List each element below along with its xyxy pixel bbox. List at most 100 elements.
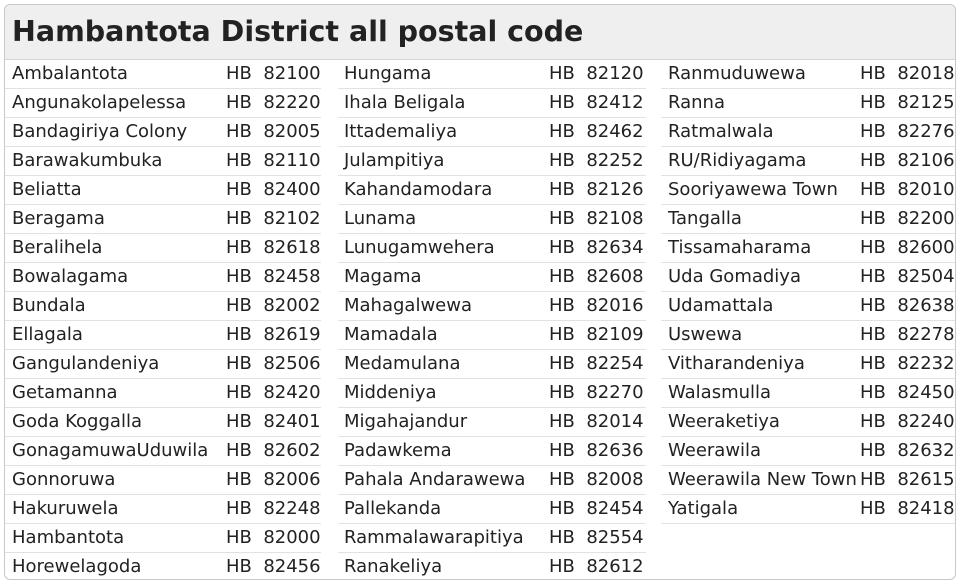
place-name: Magama <box>344 266 422 287</box>
postal-code: HB 82125 <box>860 92 955 113</box>
table-row: Hakuruwela HB 82248 <box>5 495 321 524</box>
postal-code: HB 82109 <box>549 324 644 345</box>
table-row: Magama HB 82608 <box>338 263 646 292</box>
place-name: GonagamuwaUduwila <box>12 440 209 461</box>
place-name: Hakuruwela <box>12 498 119 519</box>
table-row: Angunakolapelessa HB 82220 <box>5 89 321 118</box>
place-name: Mamadala <box>344 324 438 345</box>
table-row: Lunama HB 82108 <box>338 205 646 234</box>
place-name: Middeniya <box>344 382 437 403</box>
postal-code: HB 82126 <box>549 179 644 200</box>
place-name: Vitharandeniya <box>668 353 805 374</box>
place-name: Gonnoruwa <box>12 469 116 490</box>
place-name: Hungama <box>344 63 432 84</box>
postal-code: HB 82638 <box>860 295 955 316</box>
postal-code: HB 82254 <box>549 353 644 374</box>
table-row: Tissamaharama HB 82600 <box>661 234 955 263</box>
postal-code: HB 82016 <box>549 295 644 316</box>
table-row: Ranna HB 82125 <box>661 89 955 118</box>
postal-code: HB 82458 <box>226 266 321 287</box>
table-row: Kahandamodara HB 82126 <box>338 176 646 205</box>
table-row: Padawkema HB 82636 <box>338 437 646 466</box>
place-name: Weeraketiya <box>668 411 780 432</box>
postal-code: HB 82276 <box>860 121 955 142</box>
postal-code: HB 82102 <box>226 208 321 229</box>
table-row: Hambantota HB 82000 <box>5 524 321 553</box>
place-name: Hambantota <box>12 527 125 548</box>
table-row: Beragama HB 82102 <box>5 205 321 234</box>
postal-code: HB 82232 <box>860 353 955 374</box>
table-row: Bundala HB 82002 <box>5 292 321 321</box>
table-row: Mamadala HB 82109 <box>338 321 646 350</box>
table-row: Bowalagama HB 82458 <box>5 263 321 292</box>
place-name: Pahala Andarawewa <box>344 469 526 490</box>
postal-code: HB 82120 <box>549 63 644 84</box>
postal-code: HB 82618 <box>226 237 321 258</box>
postal-code: HB 82200 <box>860 208 955 229</box>
place-name: Beralihela <box>12 237 103 258</box>
postal-code: HB 82420 <box>226 382 321 403</box>
table-row: Ihala Beligala HB 82412 <box>338 89 646 118</box>
postal-code: HB 82401 <box>226 411 321 432</box>
postal-code: HB 82634 <box>549 237 644 258</box>
postal-code: HB 82554 <box>549 527 644 548</box>
table-row: Udamattala HB 82638 <box>661 292 955 321</box>
place-name: Medamulana <box>344 353 461 374</box>
table-row: Ratmalwala HB 82276 <box>661 118 955 147</box>
place-name: Ambalantota <box>12 63 128 84</box>
postal-code: HB 82608 <box>549 266 644 287</box>
postal-code-panel: Hambantota District all postal code Amba… <box>4 4 956 580</box>
place-name: Ratmalwala <box>668 121 774 142</box>
table-row: Rammalawarapitiya HB 82554 <box>338 524 646 553</box>
postal-code: HB 82454 <box>549 498 644 519</box>
postal-code-column-3: Ranmuduwewa HB 82018 Ranna HB 82125 Ratmalwa… <box>661 60 955 524</box>
table-row: Ranakeliya HB 82612 <box>338 553 646 579</box>
place-name: Ranakeliya <box>344 556 443 577</box>
postal-code-column-2: Hungama HB 82120 Ihala Beligala HB 82412 Itt… <box>338 60 646 579</box>
postal-code: HB 82504 <box>860 266 955 287</box>
table-row: Barawakumbuka HB 82110 <box>5 147 321 176</box>
table-row: Uswewa HB 82278 <box>661 321 955 350</box>
table-row: Weerawila New Town HB 82615 <box>661 466 955 495</box>
table-row: GonagamuwaUduwila HB 82602 <box>5 437 321 466</box>
place-name: Uswewa <box>668 324 743 345</box>
postal-code: HB 82108 <box>549 208 644 229</box>
postal-code: HB 82220 <box>226 92 321 113</box>
table-row: Beralihela HB 82618 <box>5 234 321 263</box>
place-name: Goda Koggalla <box>12 411 142 432</box>
postal-code: HB 82600 <box>860 237 955 258</box>
place-name: Padawkema <box>344 440 452 461</box>
postal-code: HB 82450 <box>860 382 955 403</box>
place-name: Ittademaliya <box>344 121 458 142</box>
postal-code: HB 82615 <box>860 469 955 490</box>
table-row: Ittademaliya HB 82462 <box>338 118 646 147</box>
table-row: Medamulana HB 82254 <box>338 350 646 379</box>
place-name: Tissamaharama <box>668 237 812 258</box>
place-name: Horewelagoda <box>12 556 142 577</box>
postal-code: HB 82418 <box>860 498 955 519</box>
place-name: Weerawila New Town <box>668 469 857 490</box>
postal-code: HB 82240 <box>860 411 955 432</box>
place-name: Ihala Beligala <box>344 92 466 113</box>
table-row: Weerawila HB 82632 <box>661 437 955 466</box>
table-row: Beliatta HB 82400 <box>5 176 321 205</box>
postal-code: HB 82400 <box>226 179 321 200</box>
place-name: Bowalagama <box>12 266 129 287</box>
table-row: Hungama HB 82120 <box>338 60 646 89</box>
postal-code: HB 82612 <box>549 556 644 577</box>
table-row: Julampitiya HB 82252 <box>338 147 646 176</box>
place-name: Angunakolapelessa <box>12 92 187 113</box>
place-name: Lunama <box>344 208 417 229</box>
table-row: Mahagalwewa HB 82016 <box>338 292 646 321</box>
table-row: Vitharandeniya HB 82232 <box>661 350 955 379</box>
postal-code: HB 82632 <box>860 440 955 461</box>
table-row: Horewelagoda HB 82456 <box>5 553 321 579</box>
postal-code: HB 82006 <box>226 469 321 490</box>
table-row: Migahajandur HB 82014 <box>338 408 646 437</box>
postal-code: HB 82110 <box>226 150 321 171</box>
table-row: Ellagala HB 82619 <box>5 321 321 350</box>
table-row: Pahala Andarawewa HB 82008 <box>338 466 646 495</box>
postal-code: HB 82010 <box>860 179 955 200</box>
table-row: Middeniya HB 82270 <box>338 379 646 408</box>
postal-code: HB 82008 <box>549 469 644 490</box>
